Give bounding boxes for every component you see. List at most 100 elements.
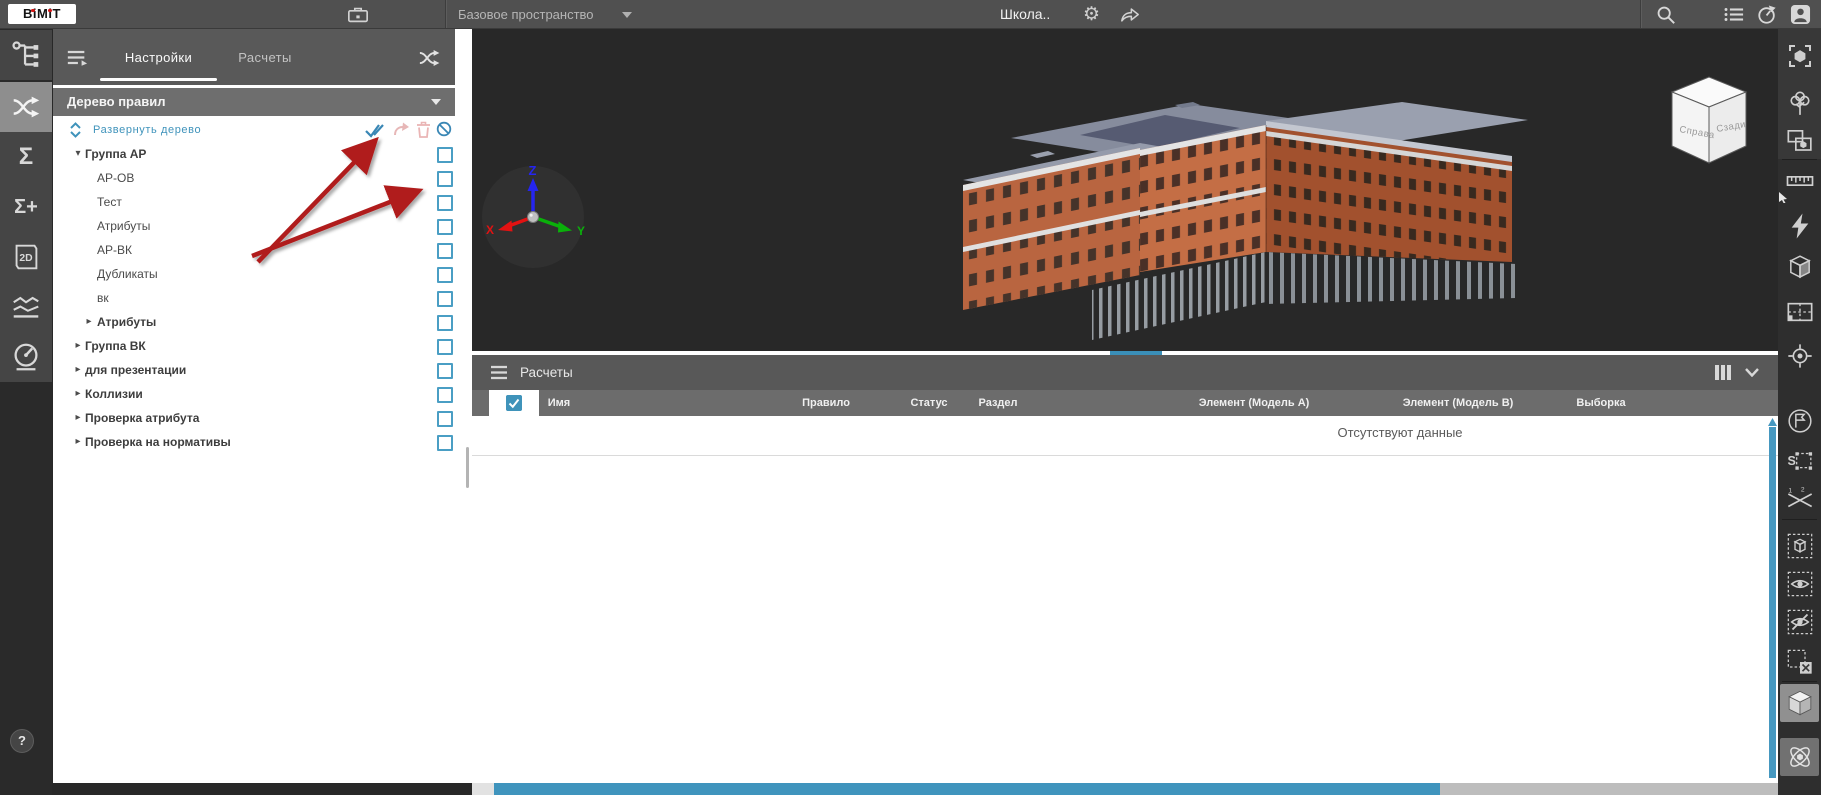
- tree-row[interactable]: Тест: [53, 190, 455, 214]
- columns-icon[interactable]: [1714, 365, 1732, 380]
- rule-tree-dropdown[interactable]: Дерево правил: [53, 88, 455, 116]
- tree-checkbox[interactable]: [437, 315, 453, 331]
- panel-scrollbar[interactable]: [455, 29, 472, 783]
- axis-gizmo[interactable]: Z X Y: [478, 160, 588, 270]
- hide-button[interactable]: [1778, 603, 1821, 641]
- clash-run-button[interactable]: [1778, 207, 1821, 245]
- column-header: Имя: [548, 390, 570, 416]
- gauge-button[interactable]: [0, 332, 52, 382]
- tree-expander-icon[interactable]: ▸: [71, 358, 85, 382]
- horizontal-scroll-thumb[interactable]: [494, 783, 1440, 795]
- tree-checkbox[interactable]: [437, 267, 453, 283]
- select-all-checkbox[interactable]: [506, 395, 522, 411]
- column-header: Элемент (Модель A): [1199, 390, 1310, 416]
- panel-menu-icon[interactable]: [66, 49, 88, 66]
- check-all-icon[interactable]: [365, 122, 385, 138]
- rules-shuffle-button[interactable]: [0, 82, 52, 132]
- orbit-button[interactable]: [1780, 738, 1819, 776]
- tree-expander-icon[interactable]: ▸: [71, 430, 85, 454]
- redo-icon[interactable]: [393, 121, 410, 137]
- tree-expander-icon[interactable]: ▸: [82, 310, 96, 334]
- tree-checkbox[interactable]: [437, 435, 453, 451]
- tree-checkbox[interactable]: [437, 219, 453, 235]
- tree-checkbox[interactable]: [437, 387, 453, 403]
- tree-row[interactable]: ▸ Атрибуты: [53, 310, 455, 334]
- workspace-selector[interactable]: Базовое пространство: [458, 0, 594, 29]
- topbar-divider: [445, 0, 446, 28]
- tree-row[interactable]: АР-ОВ: [53, 166, 455, 190]
- tree-checkbox[interactable]: [437, 363, 453, 379]
- tree-checkbox[interactable]: [437, 243, 453, 259]
- tree-checkbox[interactable]: [437, 147, 453, 163]
- panel-scrollbar-thumb[interactable]: [466, 447, 469, 488]
- tree-checkbox[interactable]: [437, 171, 453, 187]
- list-icon[interactable]: [1724, 7, 1744, 22]
- right-toolbar: S 1 2: [1778, 29, 1821, 795]
- tree-row[interactable]: АР-ВК: [53, 238, 455, 262]
- tree-checkbox[interactable]: [437, 339, 453, 355]
- gear-icon[interactable]: ⚙: [1083, 2, 1100, 28]
- tree-row[interactable]: ▸ Коллизии: [53, 382, 455, 406]
- isolate-button[interactable]: [1778, 527, 1821, 565]
- vertical-scroll-thumb[interactable]: [1769, 427, 1776, 778]
- tree-row[interactable]: ▸ Проверка на нормативы: [53, 430, 455, 454]
- column-header: Выборка: [1576, 390, 1625, 416]
- help-button[interactable]: ?: [10, 729, 34, 753]
- search-icon[interactable]: [1656, 5, 1676, 25]
- tree-row[interactable]: ▸ Проверка атрибута: [53, 406, 455, 430]
- floor-plan-button[interactable]: [1778, 293, 1821, 331]
- workspace-caret-icon[interactable]: [622, 12, 632, 18]
- tree-row[interactable]: Дубликаты: [53, 262, 455, 286]
- tree-row[interactable]: вк: [53, 286, 455, 310]
- panel-shuffle-icon[interactable]: [417, 47, 443, 69]
- multi-screen-select-button[interactable]: [1778, 121, 1821, 159]
- select-element-button[interactable]: [1778, 37, 1821, 75]
- tree-checkbox[interactable]: [437, 411, 453, 427]
- compare-models-button[interactable]: 1 2: [1778, 480, 1821, 518]
- expand-tree-button[interactable]: Развернуть дерево: [93, 119, 201, 141]
- selection-set-button[interactable]: S: [1778, 442, 1821, 480]
- axis-y-label: Y: [577, 224, 585, 238]
- measure-button[interactable]: [1778, 162, 1821, 200]
- share-icon[interactable]: [1120, 6, 1140, 23]
- tree-checkbox[interactable]: [437, 195, 453, 211]
- hamburger-icon[interactable]: [490, 365, 508, 380]
- tab-settings[interactable]: Настройки: [100, 29, 217, 85]
- tree-row[interactable]: ▸ для презентации: [53, 358, 455, 382]
- trash-icon[interactable]: [416, 121, 431, 138]
- sum-button[interactable]: Σ: [0, 132, 52, 182]
- expand-collapse-icon[interactable]: [69, 122, 82, 138]
- chevron-down-icon[interactable]: [1745, 368, 1759, 377]
- show-button[interactable]: [1778, 565, 1821, 603]
- model-tree-button[interactable]: [0, 30, 52, 80]
- section-box-button[interactable]: [1778, 248, 1821, 286]
- tree-expander-icon[interactable]: ▾: [71, 142, 85, 166]
- scrollbar-corner: [472, 783, 494, 795]
- view-cube[interactable]: Справа Сзади: [1657, 68, 1767, 178]
- sum-add-button[interactable]: Σ+: [0, 182, 52, 232]
- scroll-up-icon[interactable]: [1768, 418, 1777, 426]
- flag-button[interactable]: [1778, 402, 1821, 440]
- locate-button[interactable]: [1778, 337, 1821, 375]
- tree-row[interactable]: ▸ Группа ВК: [53, 334, 455, 358]
- tree-row[interactable]: Атрибуты: [53, 214, 455, 238]
- tree-expander-icon[interactable]: ▸: [71, 382, 85, 406]
- tree-select-button[interactable]: [1778, 85, 1821, 123]
- user-icon[interactable]: [1790, 4, 1811, 25]
- tree-expander-icon[interactable]: ▸: [71, 334, 85, 358]
- briefcase-icon[interactable]: [347, 6, 369, 23]
- history-icon[interactable]: [1757, 5, 1777, 25]
- bimit-logo[interactable]: BiMiT: [8, 4, 76, 24]
- tab-calculations[interactable]: Расчеты: [229, 29, 301, 85]
- 2d-view-button[interactable]: 2D: [0, 232, 52, 282]
- table-horizontal-scrollbar[interactable]: [472, 783, 1778, 795]
- tree-row[interactable]: ▾ Группа АР: [53, 142, 455, 166]
- logo-red-dot: [31, 9, 35, 13]
- graph-button[interactable]: [0, 282, 52, 332]
- tree-expander-icon[interactable]: ▸: [71, 406, 85, 430]
- table-vertical-scrollbar[interactable]: [1768, 418, 1777, 778]
- disable-icon[interactable]: [436, 121, 452, 137]
- shaded-view-button[interactable]: [1780, 684, 1819, 722]
- clear-selection-button[interactable]: [1778, 643, 1821, 681]
- tree-checkbox[interactable]: [437, 291, 453, 307]
